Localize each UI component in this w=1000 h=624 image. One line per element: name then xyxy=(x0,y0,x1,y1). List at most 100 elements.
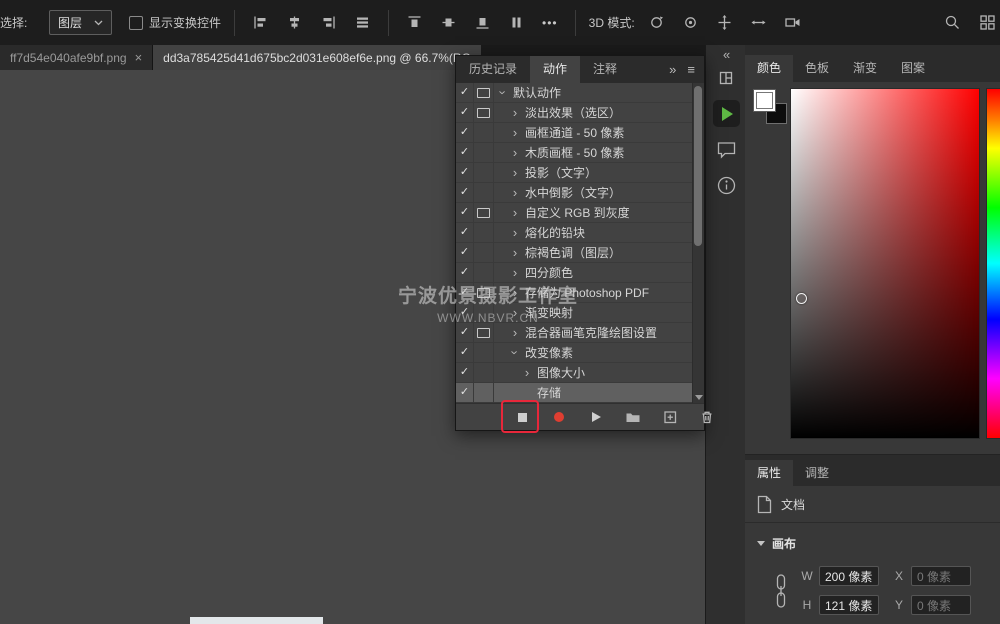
action-row[interactable]: ✓ › 自定义 RGB 到灰度 xyxy=(456,203,704,223)
expander-icon[interactable]: › xyxy=(509,347,522,359)
dialog-toggle-cell[interactable] xyxy=(474,203,494,222)
slide-3d-icon[interactable] xyxy=(746,10,771,35)
distribute-vertical-icon[interactable] xyxy=(504,10,529,35)
expander-icon[interactable]: › xyxy=(509,166,521,179)
color-picker-handle[interactable] xyxy=(796,293,807,304)
toggle-item-checkbox[interactable]: ✓ xyxy=(456,303,474,322)
dialog-toggle-cell[interactable] xyxy=(474,103,494,122)
play-button[interactable] xyxy=(588,409,604,425)
action-row[interactable]: ✓ › 画框通道 - 50 像素 xyxy=(456,123,704,143)
tab-notes[interactable]: 注释 xyxy=(580,56,630,83)
action-row[interactable]: ✓ › 投影（文字） xyxy=(456,163,704,183)
delete-button[interactable] xyxy=(699,409,715,425)
toggle-item-checkbox[interactable]: ✓ xyxy=(456,203,474,222)
roll-3d-icon[interactable] xyxy=(678,10,703,35)
align-bars-icon[interactable] xyxy=(350,10,375,35)
panel-expand-icon[interactable]: » xyxy=(669,62,676,77)
dialog-toggle-cell[interactable] xyxy=(474,263,494,282)
dialog-toggle-cell[interactable] xyxy=(474,383,494,402)
toggle-item-checkbox[interactable]: ✓ xyxy=(456,163,474,182)
align-middle-icon[interactable] xyxy=(436,10,461,35)
dialog-toggle-cell[interactable] xyxy=(474,363,494,382)
toggle-item-checkbox[interactable]: ✓ xyxy=(456,183,474,202)
tab-swatches[interactable]: 色板 xyxy=(793,55,841,82)
toggle-item-checkbox[interactable]: ✓ xyxy=(456,143,474,162)
height-input[interactable] xyxy=(819,595,879,615)
action-row[interactable]: ✓ › 存储为 Photoshop PDF xyxy=(456,283,704,303)
tab-history[interactable]: 历史记录 xyxy=(456,56,530,83)
align-center-horizontal-icon[interactable] xyxy=(282,10,307,35)
action-row[interactable]: ✓ › 混合器画笔克隆绘图设置 xyxy=(456,323,704,343)
action-row[interactable]: ✓ › 熔化的铅块 xyxy=(456,223,704,243)
stop-button[interactable] xyxy=(514,409,530,425)
expander-icon[interactable]: › xyxy=(509,126,521,139)
dialog-toggle-cell[interactable] xyxy=(474,243,494,262)
dialog-toggle-cell[interactable] xyxy=(474,163,494,182)
toggle-item-checkbox[interactable]: ✓ xyxy=(456,383,474,402)
tab-gradients[interactable]: 渐变 xyxy=(841,55,889,82)
toggle-item-checkbox[interactable]: ✓ xyxy=(456,103,474,122)
tab-adjustments[interactable]: 调整 xyxy=(793,460,841,486)
expander-icon[interactable]: › xyxy=(509,106,521,119)
toggle-item-checkbox[interactable]: ✓ xyxy=(456,263,474,282)
expander-icon[interactable]: › xyxy=(509,186,521,199)
toggle-item-checkbox[interactable]: ✓ xyxy=(456,243,474,262)
dialog-toggle-cell[interactable] xyxy=(474,143,494,162)
dialog-toggle-cell[interactable] xyxy=(474,183,494,202)
record-button[interactable] xyxy=(551,409,567,425)
new-action-button[interactable] xyxy=(662,409,678,425)
more-options-icon[interactable]: ••• xyxy=(538,16,562,30)
collapse-panels-icon[interactable]: « xyxy=(723,47,728,62)
toggle-item-checkbox[interactable]: ✓ xyxy=(456,323,474,342)
expander-icon[interactable]: › xyxy=(521,366,533,379)
tab-actions[interactable]: 动作 xyxy=(530,56,580,83)
toggle-item-checkbox[interactable]: ✓ xyxy=(456,363,474,382)
doc-tab-1[interactable]: ff7d54e040afe9bf.png × xyxy=(0,45,153,70)
saturation-brightness-field[interactable] xyxy=(790,88,980,439)
info-panel-button[interactable] xyxy=(711,171,741,200)
expander-icon[interactable]: › xyxy=(509,266,521,279)
width-input[interactable] xyxy=(819,566,879,586)
dialog-toggle-cell[interactable] xyxy=(474,123,494,142)
toggle-item-checkbox[interactable]: ✓ xyxy=(456,223,474,242)
tab-color[interactable]: 颜色 xyxy=(745,55,793,82)
hue-slider[interactable] xyxy=(986,88,1000,439)
align-left-icon[interactable] xyxy=(248,10,273,35)
action-row[interactable]: ✓ › 图像大小 xyxy=(456,363,704,383)
orbit-3d-icon[interactable] xyxy=(644,10,669,35)
new-set-button[interactable] xyxy=(625,409,641,425)
notes-panel-button[interactable] xyxy=(711,135,741,164)
expander-icon[interactable]: › xyxy=(497,87,510,99)
align-bottom-icon[interactable] xyxy=(470,10,495,35)
action-row[interactable]: ✓ › 渐变映射 xyxy=(456,303,704,323)
toggle-item-checkbox[interactable]: ✓ xyxy=(456,123,474,142)
action-row[interactable]: ✓ › 存储 xyxy=(456,383,704,403)
expander-icon[interactable]: › xyxy=(509,326,521,339)
close-tab-icon[interactable]: × xyxy=(135,50,143,65)
dialog-toggle-cell[interactable] xyxy=(474,303,494,322)
workspace-icon[interactable] xyxy=(711,63,741,92)
dialog-toggle-cell[interactable] xyxy=(474,83,494,102)
run-actions-panel-button[interactable] xyxy=(711,99,741,128)
expander-icon[interactable]: › xyxy=(509,286,521,299)
scrollbar-down-arrow-icon[interactable] xyxy=(695,395,703,400)
toggle-item-checkbox[interactable]: ✓ xyxy=(456,343,474,362)
doc-tab-2[interactable]: dd3a785425d41d675bc2d031e608ef6e.png @ 6… xyxy=(153,45,481,70)
layer-select-dropdown[interactable]: 图层 xyxy=(49,10,112,35)
action-row[interactable]: ✓ › 淡出效果（选区） xyxy=(456,103,704,123)
dialog-toggle-cell[interactable] xyxy=(474,283,494,302)
align-top-icon[interactable] xyxy=(402,10,427,35)
tab-patterns[interactable]: 图案 xyxy=(889,55,937,82)
toggle-item-checkbox[interactable]: ✓ xyxy=(456,283,474,302)
pan-3d-icon[interactable] xyxy=(712,10,737,35)
action-row[interactable]: ✓ › 四分颜色 xyxy=(456,263,704,283)
dialog-toggle-cell[interactable] xyxy=(474,343,494,362)
camera-3d-icon[interactable] xyxy=(780,10,805,35)
actions-scrollbar[interactable] xyxy=(692,83,704,403)
action-row[interactable]: ✓ › 改变像素 xyxy=(456,343,704,363)
scrollbar-thumb[interactable] xyxy=(694,86,702,246)
expander-icon[interactable]: › xyxy=(509,306,521,319)
canvas-section-header[interactable]: 画布 xyxy=(757,535,988,552)
action-row[interactable]: ✓ › 棕褐色调（图层） xyxy=(456,243,704,263)
show-transform-checkbox[interactable] xyxy=(129,16,143,30)
